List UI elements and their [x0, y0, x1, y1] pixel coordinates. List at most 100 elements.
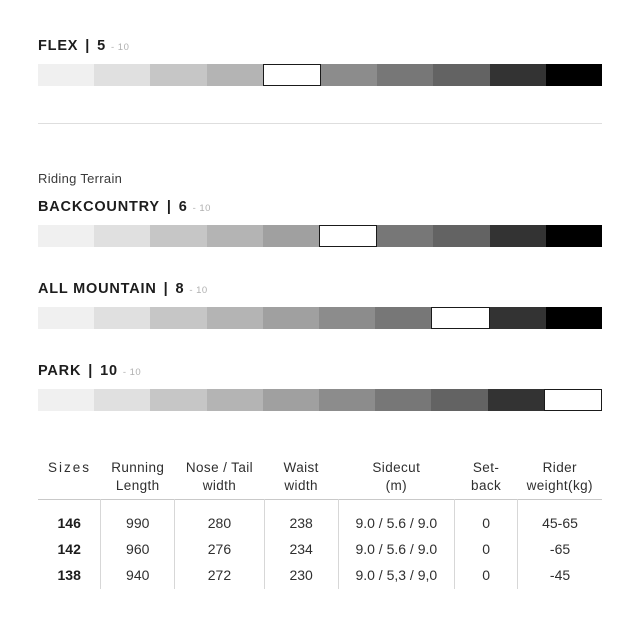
- spec-table-body: 146 990 280 238 9.0 / 5.6 / 9.0 0 45-65 142 960 2…: [38, 499, 602, 589]
- park-segment-9: [487, 389, 544, 411]
- spec-cell-r0-c3: 238: [263, 499, 338, 538]
- backcountry-heading: BACKCOUNTRY | 6 - 10: [38, 199, 602, 215]
- flex-segment-5-active: [262, 64, 322, 86]
- all-mountain-value: 8: [175, 281, 185, 297]
- spec-cell-r2-c4: 9.0 / 5,3 / 9,0: [337, 562, 455, 589]
- spec-header-cell-1: Running Length: [111, 460, 165, 494]
- spec-sheet-page: FLEX | 5 - 10 Riding Terrain BACKCOUNTRY…: [0, 0, 640, 640]
- backcountry-separator: |: [166, 199, 172, 215]
- all-mountain-segment-3: [150, 307, 207, 329]
- spec-table: Sizes Running Length Nose / Tail width Waist w…: [38, 459, 602, 589]
- spec-header-cell-5: Set-back: [471, 460, 502, 494]
- park-value: 10: [100, 363, 118, 379]
- spec-cell-r2-c5: 0: [454, 562, 518, 589]
- flex-label: FLEX: [38, 38, 79, 54]
- backcountry-value: 6: [178, 199, 188, 215]
- backcountry-segment-5: [262, 225, 320, 247]
- all-mountain-segment-2: [94, 307, 151, 329]
- flex-separator: |: [85, 38, 91, 54]
- all-mountain-segment-5: [262, 307, 320, 329]
- flex-segment-2: [94, 64, 151, 86]
- flex-heading: FLEX | 5 - 10: [38, 38, 602, 54]
- spec-header-cell-4: Sidecut (m): [372, 460, 421, 494]
- backcountry-segment-9: [489, 225, 546, 247]
- flex-segment-4: [206, 64, 263, 86]
- park-heading: PARK | 10 - 10: [38, 363, 602, 379]
- all-mountain-separator: |: [163, 281, 169, 297]
- park-segment-3: [150, 389, 207, 411]
- park-max: - 10: [122, 367, 142, 378]
- backcountry-label: BACKCOUNTRY: [38, 199, 160, 215]
- spec-cell-r1-c5: 0: [454, 537, 518, 563]
- all-mountain-segment-4: [206, 307, 263, 329]
- park-segment-2: [94, 389, 151, 411]
- all-mountain-segment-7: [375, 307, 432, 329]
- backcountry-scale-bar: [38, 225, 603, 247]
- park-segment-6: [319, 389, 376, 411]
- spec-cell-r1-c0: 142: [57, 541, 81, 558]
- spec-cell-r2-c2: 272: [174, 562, 265, 589]
- spec-cell-r0-c2: 280: [174, 499, 265, 538]
- spec-header-cell-3: Waist width: [283, 460, 319, 494]
- backcountry-segment-10: [545, 225, 603, 247]
- backcountry-rating-block: BACKCOUNTRY | 6 - 10: [38, 199, 603, 247]
- flex-segment-6: [321, 64, 378, 86]
- flex-scale-bar: [38, 64, 603, 86]
- spec-cell-r1-c6: -65: [517, 537, 602, 563]
- all-mountain-segment-10: [545, 307, 603, 329]
- all-mountain-scale-bar: [38, 307, 603, 329]
- spec-cell-r1-c2: 276: [174, 537, 265, 563]
- flex-segment-10: [545, 64, 603, 86]
- riding-terrain-label: Riding Terrain: [38, 171, 123, 186]
- park-rating-block: PARK | 10 - 10: [38, 363, 603, 411]
- spec-cell-r2-c6: -45: [517, 562, 602, 589]
- flex-segment-9: [489, 64, 546, 86]
- park-separator: |: [88, 363, 94, 379]
- all-mountain-segment-1: [38, 307, 95, 329]
- spec-cell-r1-c1: 960: [100, 537, 175, 563]
- spec-header-cell-6: Rider weight(kg): [526, 460, 593, 494]
- spacer-before-table: [38, 411, 602, 459]
- spec-cell-r0-c1: 990: [100, 499, 175, 538]
- table-row: 142 960 276 234 9.0 / 5.6 / 9.0 0 -65: [38, 537, 602, 563]
- spec-table-header-row: Sizes Running Length Nose / Tail width Waist w…: [38, 459, 602, 500]
- spec-cell-r1-c3: 234: [263, 537, 338, 563]
- table-row: 138 940 272 230 9.0 / 5,3 / 9,0 0 -45: [38, 562, 602, 589]
- spec-cell-r0-c6: 45-65: [517, 499, 602, 538]
- park-label: PARK: [38, 363, 82, 379]
- backcountry-segment-6-active: [319, 225, 378, 247]
- backcountry-segment-4: [206, 225, 263, 247]
- flex-segment-1: [38, 64, 95, 86]
- all-mountain-label: ALL MOUNTAIN: [38, 281, 157, 297]
- backcountry-segment-7: [377, 225, 434, 247]
- all-mountain-segment-9: [489, 307, 546, 329]
- flex-value: 5: [97, 38, 106, 54]
- spec-cell-r2-c3: 230: [263, 562, 338, 589]
- park-segment-7: [375, 389, 432, 411]
- all-mountain-segment-8-active: [431, 307, 490, 329]
- top-spacer: [38, 0, 602, 38]
- park-scale-bar: [38, 389, 603, 411]
- spacer-terrain-2: [38, 329, 602, 363]
- park-segment-5: [262, 389, 320, 411]
- flex-segment-3: [150, 64, 207, 86]
- spacer-after-divider: [38, 124, 602, 171]
- spec-header-cell-0: Sizes: [47, 460, 91, 475]
- riding-terrain-section: Riding Terrain BACKCOUNTRY | 6 - 10 ALL …: [38, 171, 603, 411]
- spec-table-head: Sizes Running Length Nose / Tail width Waist w…: [38, 459, 602, 500]
- flex-max: - 10: [111, 42, 130, 53]
- backcountry-segment-1: [38, 225, 95, 247]
- backcountry-max: - 10: [192, 203, 211, 214]
- spec-cell-r2-c1: 940: [100, 562, 175, 589]
- spacer-before-divider: [38, 86, 602, 123]
- backcountry-segment-2: [94, 225, 151, 247]
- backcountry-segment-3: [150, 225, 207, 247]
- spec-header-cell-2: Nose / Tail width: [185, 460, 254, 494]
- park-segment-8: [431, 389, 488, 411]
- flex-rating-block: FLEX | 5 - 10: [38, 38, 603, 86]
- table-row: 146 990 280 238 9.0 / 5.6 / 9.0 0 45-65: [38, 499, 602, 538]
- spec-cell-r0-c5: 0: [454, 499, 518, 538]
- park-segment-4: [206, 389, 263, 411]
- all-mountain-rating-block: ALL MOUNTAIN | 8 - 10: [38, 281, 603, 329]
- spacer-terrain-1: [38, 247, 602, 281]
